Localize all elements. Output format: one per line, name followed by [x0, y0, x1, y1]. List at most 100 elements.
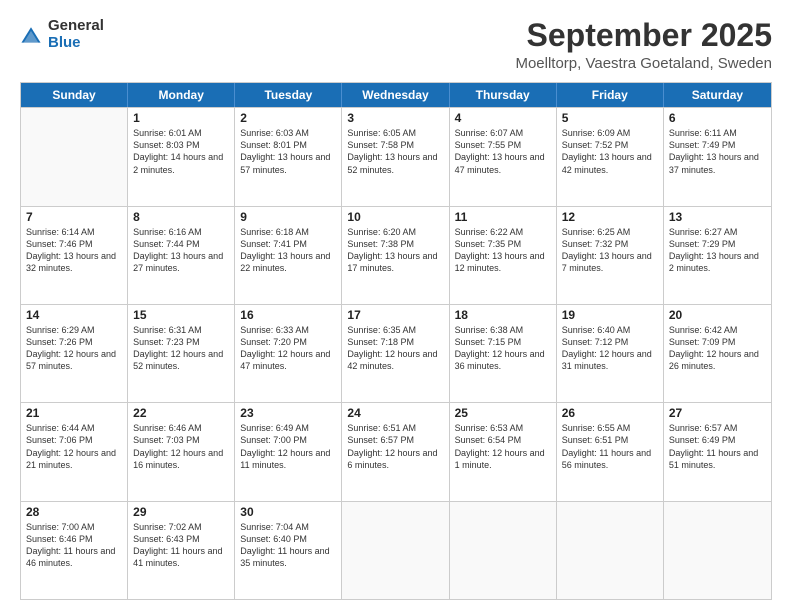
calendar-cell: 3 Sunrise: 6:05 AMSunset: 7:58 PMDaylight… [342, 108, 449, 205]
header-day-tuesday: Tuesday [235, 83, 342, 107]
day-number: 16 [240, 308, 336, 322]
day-number: 23 [240, 406, 336, 420]
cell-info: Sunrise: 6:09 AMSunset: 7:52 PMDaylight:… [562, 127, 658, 176]
cell-info: Sunrise: 6:25 AMSunset: 7:32 PMDaylight:… [562, 226, 658, 275]
cell-info: Sunrise: 6:03 AMSunset: 8:01 PMDaylight:… [240, 127, 336, 176]
calendar-cell: 26 Sunrise: 6:55 AMSunset: 6:51 PMDayligh… [557, 403, 664, 500]
calendar-cell: 5 Sunrise: 6:09 AMSunset: 7:52 PMDaylight… [557, 108, 664, 205]
day-number: 11 [455, 210, 551, 224]
day-number: 4 [455, 111, 551, 125]
day-number: 9 [240, 210, 336, 224]
cell-info: Sunrise: 6:29 AMSunset: 7:26 PMDaylight:… [26, 324, 122, 373]
calendar-cell: 30Sunrise: 7:04 AMSunset: 6:40 PMDayligh… [235, 502, 342, 599]
calendar-header: SundayMondayTuesdayWednesdayThursdayFrid… [21, 83, 771, 107]
calendar-cell: 7 Sunrise: 6:14 AMSunset: 7:46 PMDaylight… [21, 207, 128, 304]
header-day-sunday: Sunday [21, 83, 128, 107]
cell-info: Sunrise: 6:01 AMSunset: 8:03 PMDaylight:… [133, 127, 229, 176]
calendar-cell: 6 Sunrise: 6:11 AMSunset: 7:49 PMDaylight… [664, 108, 771, 205]
day-number: 26 [562, 406, 658, 420]
day-number: 21 [26, 406, 122, 420]
cell-info: Sunrise: 6:33 AMSunset: 7:20 PMDaylight:… [240, 324, 336, 373]
cell-info: Sunrise: 6:20 AMSunset: 7:38 PMDaylight:… [347, 226, 443, 275]
calendar-cell: 12 Sunrise: 6:25 AMSunset: 7:32 PMDayligh… [557, 207, 664, 304]
calendar: SundayMondayTuesdayWednesdayThursdayFrid… [20, 82, 772, 600]
calendar-cell: 1Sunrise: 6:01 AMSunset: 8:03 PMDaylight… [128, 108, 235, 205]
calendar-cell: 27 Sunrise: 6:57 AMSunset: 6:49 PMDayligh… [664, 403, 771, 500]
day-number: 24 [347, 406, 443, 420]
day-number: 22 [133, 406, 229, 420]
day-number: 3 [347, 111, 443, 125]
title-block: September 2025 Moelltorp, Vaestra Goetal… [515, 18, 772, 72]
day-number: 19 [562, 308, 658, 322]
calendar-cell: 11 Sunrise: 6:22 AMSunset: 7:35 PMDayligh… [450, 207, 557, 304]
day-number: 17 [347, 308, 443, 322]
day-number: 27 [669, 406, 766, 420]
calendar-cell: 24 Sunrise: 6:51 AMSunset: 6:57 PMDayligh… [342, 403, 449, 500]
header-day-thursday: Thursday [450, 83, 557, 107]
calendar-cell: 18 Sunrise: 6:38 AMSunset: 7:15 PMDayligh… [450, 305, 557, 402]
logo-general-text: General [48, 18, 104, 35]
calendar-cell: 28Sunrise: 7:00 AMSunset: 6:46 PMDayligh… [21, 502, 128, 599]
calendar-row-4: 28Sunrise: 7:00 AMSunset: 6:46 PMDayligh… [21, 501, 771, 599]
day-number: 12 [562, 210, 658, 224]
logo-blue-text: Blue [48, 35, 104, 52]
cell-info: Sunrise: 7:02 AMSunset: 6:43 PMDaylight:… [133, 521, 229, 570]
day-number: 7 [26, 210, 122, 224]
day-number: 14 [26, 308, 122, 322]
calendar-cell: 2 Sunrise: 6:03 AMSunset: 8:01 PMDaylight… [235, 108, 342, 205]
calendar-row-0: 1Sunrise: 6:01 AMSunset: 8:03 PMDaylight… [21, 107, 771, 205]
day-number: 10 [347, 210, 443, 224]
logo-icon [20, 25, 42, 47]
header-day-saturday: Saturday [664, 83, 771, 107]
day-number: 13 [669, 210, 766, 224]
cell-info: Sunrise: 7:00 AMSunset: 6:46 PMDaylight:… [26, 521, 122, 570]
day-number: 18 [455, 308, 551, 322]
logo: General Blue [20, 18, 104, 51]
calendar-cell: 22 Sunrise: 6:46 AMSunset: 7:03 PMDayligh… [128, 403, 235, 500]
logo-text: General Blue [48, 18, 104, 51]
calendar-body: 1Sunrise: 6:01 AMSunset: 8:03 PMDaylight… [21, 107, 771, 599]
cell-info: Sunrise: 6:27 AMSunset: 7:29 PMDaylight:… [669, 226, 766, 275]
calendar-cell: 10 Sunrise: 6:20 AMSunset: 7:38 PMDayligh… [342, 207, 449, 304]
cell-info: Sunrise: 6:46 AMSunset: 7:03 PMDaylight:… [133, 422, 229, 471]
cell-info: Sunrise: 6:18 AMSunset: 7:41 PMDaylight:… [240, 226, 336, 275]
cell-info: Sunrise: 6:05 AMSunset: 7:58 PMDaylight:… [347, 127, 443, 176]
calendar-row-3: 21 Sunrise: 6:44 AMSunset: 7:06 PMDayligh… [21, 402, 771, 500]
day-number: 30 [240, 505, 336, 519]
cell-info: Sunrise: 6:31 AMSunset: 7:23 PMDaylight:… [133, 324, 229, 373]
calendar-row-2: 14 Sunrise: 6:29 AMSunset: 7:26 PMDayligh… [21, 304, 771, 402]
cell-info: Sunrise: 6:53 AMSunset: 6:54 PMDaylight:… [455, 422, 551, 471]
cell-info: Sunrise: 6:07 AMSunset: 7:55 PMDaylight:… [455, 127, 551, 176]
cell-info: Sunrise: 6:55 AMSunset: 6:51 PMDaylight:… [562, 422, 658, 471]
calendar-cell: 21 Sunrise: 6:44 AMSunset: 7:06 PMDayligh… [21, 403, 128, 500]
day-number: 5 [562, 111, 658, 125]
calendar-cell [664, 502, 771, 599]
calendar-cell: 8Sunrise: 6:16 AMSunset: 7:44 PMDaylight… [128, 207, 235, 304]
calendar-cell: 19 Sunrise: 6:40 AMSunset: 7:12 PMDayligh… [557, 305, 664, 402]
header-day-friday: Friday [557, 83, 664, 107]
day-number: 20 [669, 308, 766, 322]
calendar-cell: 13 Sunrise: 6:27 AMSunset: 7:29 PMDayligh… [664, 207, 771, 304]
cell-info: Sunrise: 6:44 AMSunset: 7:06 PMDaylight:… [26, 422, 122, 471]
cell-info: Sunrise: 6:14 AMSunset: 7:46 PMDaylight:… [26, 226, 122, 275]
calendar-cell [557, 502, 664, 599]
calendar-cell [342, 502, 449, 599]
cell-info: Sunrise: 6:49 AMSunset: 7:00 PMDaylight:… [240, 422, 336, 471]
cell-info: Sunrise: 6:11 AMSunset: 7:49 PMDaylight:… [669, 127, 766, 176]
day-number: 2 [240, 111, 336, 125]
calendar-cell: 23 Sunrise: 6:49 AMSunset: 7:00 PMDayligh… [235, 403, 342, 500]
cell-info: Sunrise: 6:51 AMSunset: 6:57 PMDaylight:… [347, 422, 443, 471]
calendar-cell [450, 502, 557, 599]
month-title: September 2025 [515, 18, 772, 53]
cell-info: Sunrise: 6:38 AMSunset: 7:15 PMDaylight:… [455, 324, 551, 373]
calendar-cell: 25Sunrise: 6:53 AMSunset: 6:54 PMDayligh… [450, 403, 557, 500]
calendar-cell: 4 Sunrise: 6:07 AMSunset: 7:55 PMDaylight… [450, 108, 557, 205]
cell-info: Sunrise: 6:22 AMSunset: 7:35 PMDaylight:… [455, 226, 551, 275]
calendar-row-1: 7 Sunrise: 6:14 AMSunset: 7:46 PMDaylight… [21, 206, 771, 304]
header-day-wednesday: Wednesday [342, 83, 449, 107]
calendar-cell: 9 Sunrise: 6:18 AMSunset: 7:41 PMDaylight… [235, 207, 342, 304]
cell-info: Sunrise: 6:40 AMSunset: 7:12 PMDaylight:… [562, 324, 658, 373]
header: General Blue September 2025 Moelltorp, V… [20, 18, 772, 72]
day-number: 6 [669, 111, 766, 125]
cell-info: Sunrise: 6:57 AMSunset: 6:49 PMDaylight:… [669, 422, 766, 471]
